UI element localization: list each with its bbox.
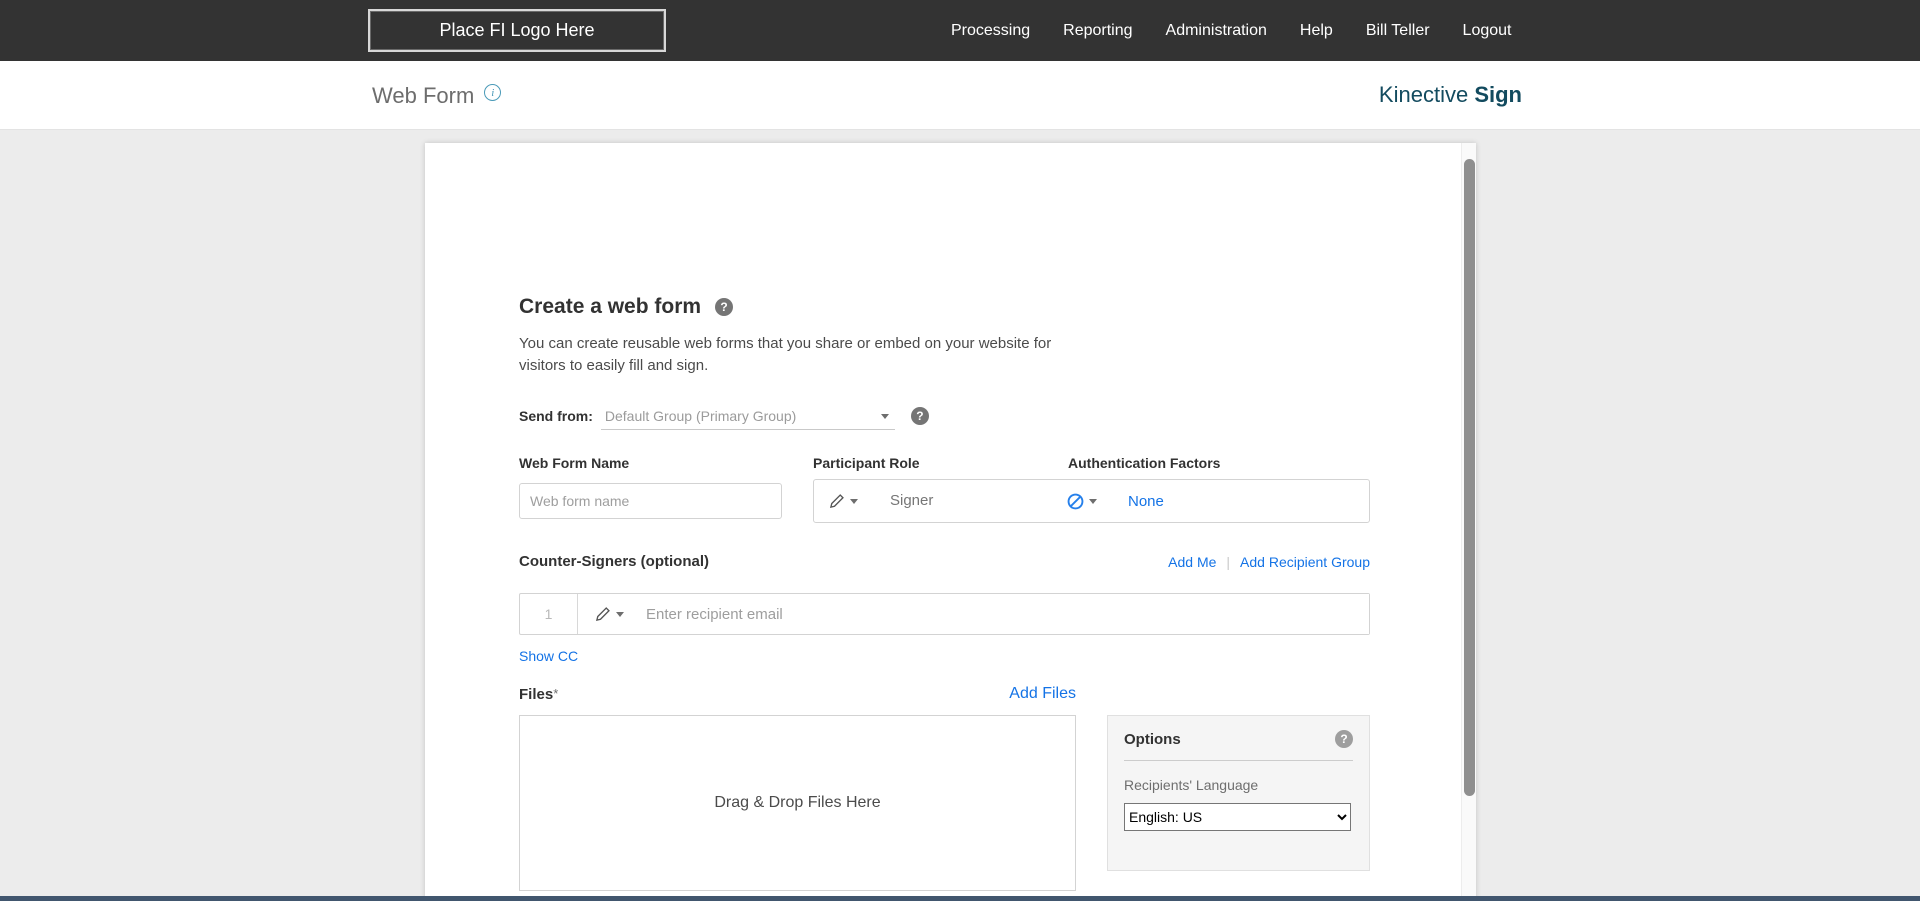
nav-item-reporting[interactable]: Reporting [1063, 22, 1132, 40]
brand-name: Kinective [1379, 82, 1468, 107]
pen-icon [594, 605, 612, 623]
options-panel: Options ? Recipients' Language English: … [1107, 715, 1370, 871]
recipient-email-input[interactable] [646, 594, 1369, 634]
chevron-down-icon [881, 414, 889, 419]
nav-item-logout[interactable]: Logout [1463, 22, 1512, 40]
no-auth-icon [1066, 492, 1085, 511]
counter-signer-row: 1 [519, 593, 1370, 635]
page-title: Web Form [372, 83, 474, 109]
panel-scrollbar[interactable] [1461, 143, 1476, 901]
column-header-auth-factors: Authentication Factors [1068, 455, 1220, 471]
help-icon-options[interactable]: ? [1335, 730, 1353, 748]
window-bottom-edge [0, 896, 1920, 901]
dropzone-text: Drag & Drop Files Here [714, 794, 880, 812]
fi-logo-placeholder: Place FI Logo Here [368, 9, 666, 52]
top-navigation: Processing Reporting Administration Help… [951, 0, 1511, 61]
participant-row: Signer None [813, 479, 1370, 523]
pen-icon [828, 492, 846, 510]
send-from-dropdown[interactable]: Default Group (Primary Group) [601, 402, 895, 430]
scrollbar-thumb[interactable] [1464, 159, 1475, 796]
webform-panel: Create a web form ? You can create reusa… [425, 143, 1476, 901]
language-select[interactable]: English: US [1124, 803, 1351, 831]
send-from-label: Send from: [519, 408, 593, 424]
add-me-link[interactable]: Add Me [1168, 554, 1216, 570]
counter-signers-label: Counter-Signers (optional) [519, 553, 709, 570]
options-divider [1124, 760, 1353, 761]
recipient-index: 1 [520, 594, 578, 634]
info-icon[interactable]: i [484, 84, 501, 101]
help-icon-heading[interactable]: ? [715, 298, 733, 316]
role-selector-dropdown[interactable] [828, 492, 858, 510]
sub-header: Web Form i Kinective Sign [0, 61, 1920, 130]
files-label: Files* [519, 686, 558, 703]
help-icon-send-from[interactable]: ? [911, 407, 929, 425]
options-title: Options [1124, 731, 1181, 748]
send-from-value: Default Group (Primary Group) [601, 408, 796, 424]
webform-description: You can create reusable web forms that y… [519, 333, 1064, 377]
nav-item-administration[interactable]: Administration [1166, 22, 1267, 40]
link-divider: | [1226, 554, 1230, 570]
column-header-participant-role: Participant Role [813, 455, 920, 471]
add-files-link[interactable]: Add Files [1009, 685, 1076, 703]
chevron-down-icon [850, 499, 858, 504]
chevron-down-icon [1089, 499, 1097, 504]
chevron-down-icon [616, 612, 624, 617]
nav-item-bill-teller[interactable]: Bill Teller [1366, 22, 1430, 40]
file-dropzone[interactable]: Drag & Drop Files Here [519, 715, 1076, 891]
auth-selector-dropdown[interactable] [1066, 492, 1097, 511]
fi-logo-text: Place FI Logo Here [439, 20, 594, 41]
create-webform-heading: Create a web form [519, 295, 701, 319]
show-cc-link[interactable]: Show CC [519, 648, 578, 664]
column-header-webform-name: Web Form Name [519, 455, 629, 471]
brand-logo: Kinective Sign [1379, 82, 1522, 108]
top-bar: Place FI Logo Here Processing Reporting … [0, 0, 1920, 61]
brand-suffix: Sign [1474, 82, 1522, 107]
auth-factor-value[interactable]: None [1128, 493, 1164, 510]
main-area: Create a web form ? You can create reusa… [0, 130, 1920, 901]
add-recipient-group-link[interactable]: Add Recipient Group [1240, 554, 1370, 570]
required-asterisk: * [553, 686, 558, 701]
nav-item-processing[interactable]: Processing [951, 22, 1030, 40]
webform-name-input[interactable] [519, 483, 782, 519]
participant-role-value: Signer [890, 492, 933, 509]
recipients-language-label: Recipients' Language [1124, 777, 1353, 793]
recipient-role-dropdown[interactable] [594, 605, 624, 623]
nav-item-help[interactable]: Help [1300, 22, 1333, 40]
